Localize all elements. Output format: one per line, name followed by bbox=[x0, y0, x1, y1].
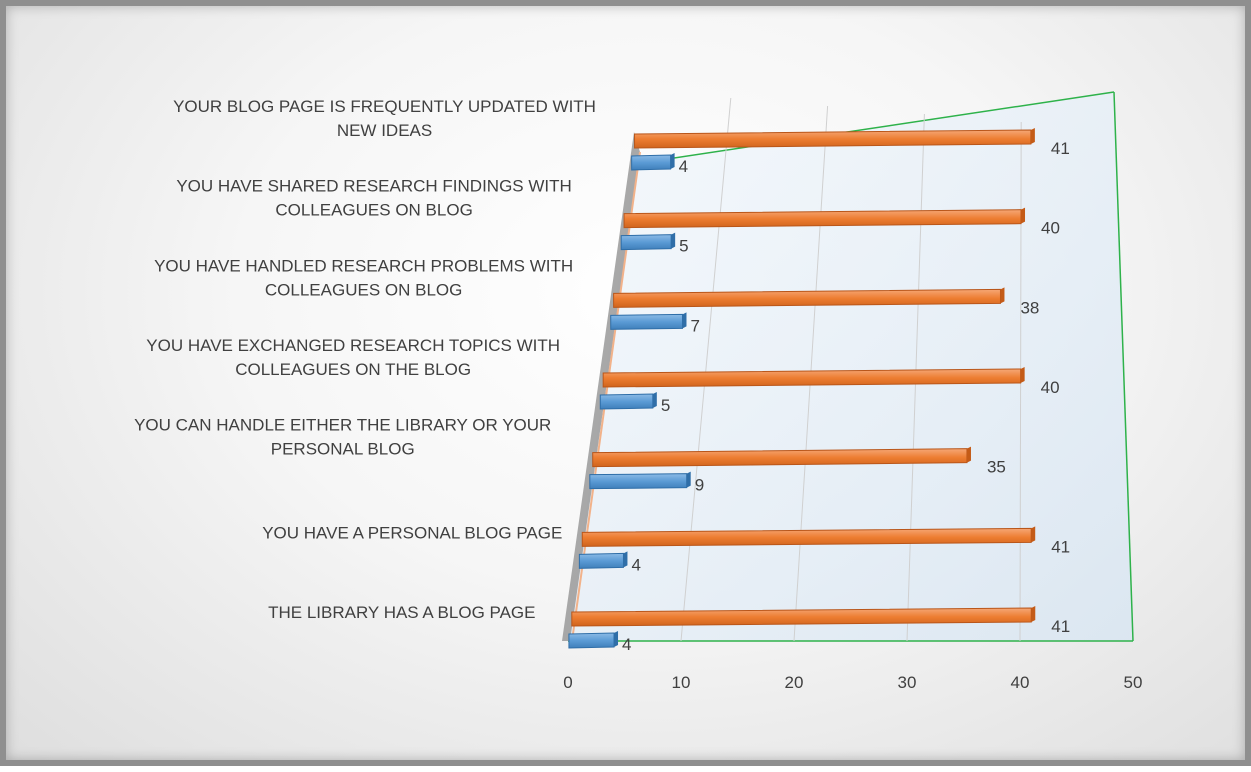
bar-series-2-end bbox=[1000, 287, 1005, 304]
bar-chart: 0 10 20 30 40 50 41 4 THE LIBRARY HAS A BLOG PAG… bbox=[134, 91, 1143, 692]
bar-series-1 bbox=[578, 552, 624, 569]
data-label-series-2: 41 bbox=[1051, 617, 1070, 636]
category-label: YOU HAVE A PERSONAL BLOG PAGE bbox=[262, 523, 562, 542]
bar-series-2-end bbox=[1031, 526, 1036, 543]
category-label: PERSONAL BLOG bbox=[271, 440, 415, 459]
data-label-series-1: 9 bbox=[695, 476, 704, 495]
bar-series-1-end bbox=[652, 392, 657, 408]
data-label-series-2: 35 bbox=[987, 458, 1006, 477]
bar-series-1 bbox=[620, 234, 672, 251]
bar-series-2-end bbox=[1030, 128, 1035, 144]
bar-series-1 bbox=[599, 393, 654, 410]
bar-series-1-end bbox=[670, 153, 675, 169]
bar-series-1 bbox=[610, 313, 683, 330]
data-label-series-2: 41 bbox=[1051, 537, 1070, 556]
bar-series-2-end bbox=[1021, 207, 1026, 224]
data-label-series-2: 40 bbox=[1041, 219, 1060, 238]
data-label-series-1: 4 bbox=[679, 157, 688, 176]
chart-frame: 0 10 20 30 40 50 41 4 THE LIBRARY HAS A BLOG PAG… bbox=[0, 0, 1251, 766]
x-tick-label: 20 bbox=[785, 673, 804, 692]
bar-series-1 bbox=[631, 154, 672, 171]
category-label: NEW IDEAS bbox=[337, 121, 432, 140]
data-label-series-1: 7 bbox=[690, 316, 699, 335]
category-label: YOUR BLOG PAGE IS FREQUENTLY UPDATED WIT… bbox=[173, 97, 596, 116]
plot-back-wall bbox=[568, 92, 1133, 641]
bar-series-2-end bbox=[1031, 606, 1036, 622]
bar-series-1-end bbox=[671, 232, 676, 249]
data-label-series-2: 41 bbox=[1051, 139, 1070, 158]
category-label: YOU CAN HANDLE EITHER THE LIBRARY OR YOU… bbox=[134, 416, 551, 435]
data-label-series-2: 40 bbox=[1041, 378, 1060, 397]
x-tick-label: 0 bbox=[563, 673, 572, 692]
x-tick-label: 30 bbox=[898, 673, 917, 692]
data-label-series-2: 38 bbox=[1020, 298, 1039, 317]
bar-series-1-end bbox=[614, 631, 619, 647]
bar-series-1 bbox=[568, 632, 615, 649]
bar-series-1 bbox=[589, 473, 688, 490]
category-label: COLLEAGUES ON THE BLOG bbox=[235, 360, 471, 379]
data-label-series-1: 5 bbox=[661, 396, 670, 415]
bar-series-1-end bbox=[686, 471, 691, 488]
category-label: THE LIBRARY HAS A BLOG PAGE bbox=[268, 603, 535, 622]
x-tick-label: 40 bbox=[1011, 673, 1030, 692]
x-tick-label: 10 bbox=[672, 673, 691, 692]
bar-series-2-end bbox=[966, 446, 971, 463]
category-label: YOU HAVE HANDLED RESEARCH PROBLEMS WITH bbox=[154, 256, 573, 275]
x-tick-label: 50 bbox=[1124, 673, 1143, 692]
data-label-series-1: 4 bbox=[631, 555, 640, 574]
category-label: COLLEAGUES ON BLOG bbox=[275, 201, 472, 220]
bar-series-1-end bbox=[682, 312, 687, 329]
data-label-series-1: 5 bbox=[679, 237, 688, 256]
category-label: COLLEAGUES ON BLOG bbox=[265, 280, 462, 299]
bar-series-2-end bbox=[1020, 367, 1025, 383]
category-label: YOU HAVE EXCHANGED RESEARCH TOPICS WITH bbox=[146, 336, 560, 355]
bar-series-1-end bbox=[623, 551, 628, 568]
category-label: YOU HAVE SHARED RESEARCH FINDINGS WITH bbox=[176, 177, 571, 196]
data-label-series-1: 4 bbox=[622, 635, 631, 654]
